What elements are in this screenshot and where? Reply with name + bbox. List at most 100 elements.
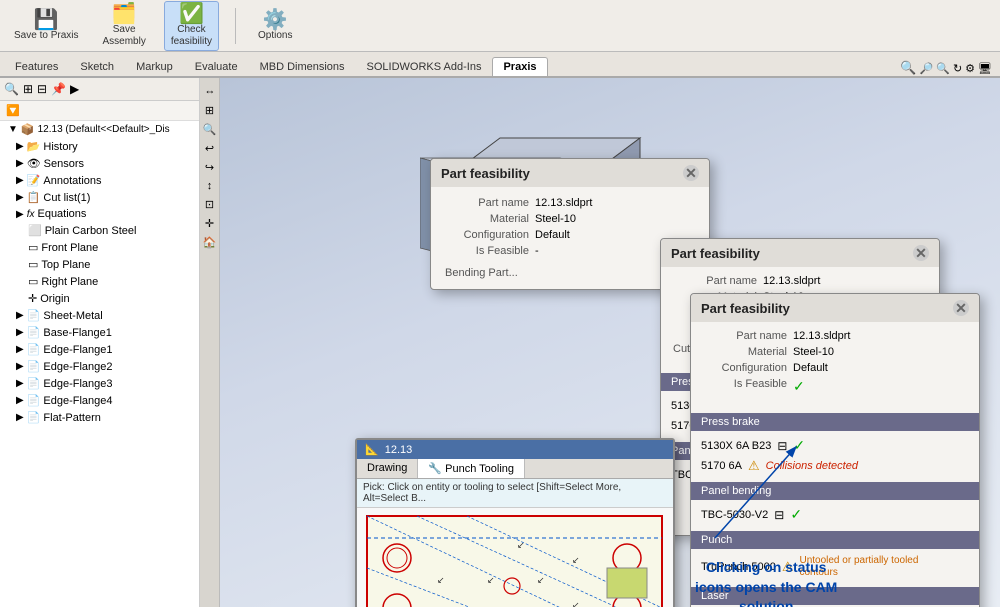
- sidebar-item-top-plane[interactable]: ▭ Top Plane: [0, 256, 199, 273]
- flat-pattern-expand-icon: ▶: [16, 412, 24, 423]
- sidebar-item-root[interactable]: ▼ 📦 12.13 (Default<<Default>_Dis: [0, 121, 199, 138]
- cam-tab-drawing[interactable]: Drawing: [357, 459, 418, 478]
- search-icon[interactable]: 🔍: [900, 60, 916, 76]
- left-nav-icon-9[interactable]: 🏠: [203, 236, 217, 249]
- sidebar-item-edge-flange1[interactable]: ▶ 📄 Edge-Flange1: [0, 341, 199, 358]
- sidebar-pin-icon[interactable]: 📌: [51, 82, 66, 96]
- dialog2-partname-row: Part name 12.13.sldprt: [673, 275, 927, 287]
- dialog3-machine3-icon[interactable]: ⊟: [774, 508, 784, 522]
- dialog3-machine1-icon[interactable]: ⊟: [777, 439, 787, 453]
- front-plane-icon: ▭: [28, 241, 38, 254]
- dialog2-title: Part feasibility: [671, 246, 760, 261]
- dialog3-feasible-value: ✓: [793, 378, 805, 395]
- save-to-praxis-button[interactable]: 💾 Save to Praxis: [8, 8, 84, 44]
- sidebar-item-edge-flange3[interactable]: ▶ 📄 Edge-Flange3: [0, 375, 199, 392]
- sidebar-item-sensors[interactable]: ▶ 👁 Sensors: [0, 155, 199, 172]
- dialog3-feasible-label: Is Feasible: [703, 378, 793, 395]
- sidebar-item-right-plane[interactable]: ▭ Right Plane: [0, 273, 199, 290]
- sensors-expand-icon: ▶: [16, 158, 24, 169]
- rotate-icon[interactable]: ↻: [953, 62, 962, 75]
- left-nav-icon-7[interactable]: ⊡: [205, 198, 214, 211]
- base-flange1-expand-icon: ▶: [16, 327, 24, 338]
- left-nav-icon-3[interactable]: 🔍: [203, 123, 217, 136]
- dialog3-machine1-status[interactable]: ✓: [793, 437, 805, 454]
- edge-flange1-icon: 📄: [27, 343, 41, 356]
- sidebar-item-base-flange1[interactable]: ▶ 📄 Base-Flange1: [0, 324, 199, 341]
- save-to-praxis-label: Save to Praxis: [14, 30, 78, 42]
- edge-flange4-expand-icon: ▶: [16, 395, 24, 406]
- options-button[interactable]: ⚙️ Options: [252, 8, 298, 44]
- monitor-icon[interactable]: 🖥: [978, 62, 992, 75]
- left-nav-icon-1[interactable]: ↕: [204, 89, 216, 95]
- dialog3-machine3-label: TBC-5030-V2: [701, 509, 768, 521]
- dialog1-close-button[interactable]: ✕: [683, 165, 699, 181]
- settings-icon[interactable]: ⚙: [965, 62, 975, 75]
- sidebar-collapse-icon[interactable]: ⊟: [37, 82, 47, 96]
- sidebar-item-equations[interactable]: ▶ fx Equations: [0, 206, 199, 222]
- tab-solidworks-addins[interactable]: SOLIDWORKS Add-Ins: [356, 57, 493, 76]
- dialog3-machine3-status[interactable]: ✓: [790, 506, 802, 523]
- sidebar-expand-icon[interactable]: ⊞: [23, 82, 33, 96]
- right-plane-icon: ▭: [28, 275, 38, 288]
- tab-sketch[interactable]: Sketch: [69, 57, 125, 76]
- left-nav-icon-8[interactable]: ✛: [205, 217, 214, 230]
- dialog3-machine1-label: 5130X 6A B23: [701, 440, 771, 452]
- sidebar-search-icon[interactable]: 🔍: [4, 82, 19, 96]
- sidebar-item-annotations[interactable]: ▶ 📝 Annotations: [0, 172, 199, 189]
- dialog1-feasible-row: Is Feasible -: [445, 245, 695, 257]
- dialog1-material-label: Material: [445, 213, 535, 225]
- dialog3-close-button[interactable]: ✕: [953, 300, 969, 316]
- check-feasibility-icon: ✅: [179, 4, 204, 24]
- top-plane-icon: ▭: [28, 258, 38, 271]
- dialog2-partname-label: Part name: [673, 275, 763, 287]
- tab-praxis[interactable]: Praxis: [492, 57, 547, 76]
- save-assembly-button[interactable]: 🗂️ SaveAssembly: [96, 2, 151, 50]
- left-nav-icon-4[interactable]: ↩: [205, 142, 214, 155]
- sidebar-item-material[interactable]: ⬜ Plain Carbon Steel: [0, 222, 199, 239]
- left-nav-icon-2[interactable]: ⊞: [205, 104, 214, 117]
- dialog1-material-value: Steel-10: [535, 213, 576, 225]
- edge-flange4-icon: 📄: [27, 394, 41, 407]
- sidebar-more-icon[interactable]: ▶: [70, 82, 79, 96]
- left-nav-icon-6[interactable]: ↕: [207, 180, 213, 192]
- sidebar-item-history[interactable]: ▶ 📂 History: [0, 138, 199, 155]
- sheet-metal-icon: 📄: [27, 309, 41, 322]
- check-feasibility-button[interactable]: ✅ Checkfeasibility: [164, 1, 219, 51]
- main-area: 🔍 ⊞ ⊟ 📌 ▶ 🔽 ▼ 📦 12.13 (Default<<Default>…: [0, 78, 1000, 607]
- sidebar-item-edge-flange2[interactable]: ▶ 📄 Edge-Flange2: [0, 358, 199, 375]
- options-icon: ⚙️: [263, 10, 288, 30]
- zoom-in-icon[interactable]: 🔍: [936, 62, 950, 75]
- dialog3-machine1-row: 5130X 6A B23 ⊟ ✓: [691, 435, 979, 456]
- tab-evaluate[interactable]: Evaluate: [184, 57, 249, 76]
- sidebar-item-flat-pattern[interactable]: ▶ 📄 Flat-Pattern: [0, 409, 199, 426]
- tab-bar: Features Sketch Markup Evaluate MBD Dime…: [0, 52, 1000, 78]
- cam-header-icon: 📐: [365, 443, 379, 456]
- sidebar-item-edge-flange4[interactable]: ▶ 📄 Edge-Flange4: [0, 392, 199, 409]
- sidebar-item-front-plane[interactable]: ▭ Front Plane: [0, 239, 199, 256]
- save-assembly-icon: 🗂️: [112, 4, 137, 24]
- dialog1-config-row: Configuration Default: [445, 229, 695, 241]
- check-feasibility-label: Checkfeasibility: [171, 24, 212, 48]
- dialog2-close-button[interactable]: ✕: [913, 245, 929, 261]
- zoom-out-icon[interactable]: 🔎: [920, 62, 934, 75]
- sheet-metal-label: Sheet-Metal: [43, 310, 102, 322]
- cam-tab-punch-tooling[interactable]: 🔧 Punch Tooling: [418, 459, 525, 478]
- tab-markup[interactable]: Markup: [125, 57, 184, 76]
- dialog3-punch-section: Punch: [691, 531, 979, 549]
- sidebar-item-sheet-metal[interactable]: ▶ 📄 Sheet-Metal: [0, 307, 199, 324]
- viewport: ↕ ⊞ 🔍 ↩ ↪ ↕ ⊡ ✛ 🏠 P: [200, 78, 1000, 607]
- sidebar-item-origin[interactable]: ✛ Origin: [0, 290, 199, 307]
- tab-mbd[interactable]: MBD Dimensions: [249, 57, 356, 76]
- svg-text:↙: ↙: [487, 575, 495, 585]
- dialog3-machine2-warn-icon[interactable]: ⚠: [748, 458, 760, 474]
- punch-icon: 🔧: [428, 463, 442, 475]
- tab-features[interactable]: Features: [4, 57, 69, 76]
- left-nav-icon-5[interactable]: ↪: [205, 161, 214, 174]
- save-to-praxis-icon: 💾: [34, 10, 59, 30]
- dialog3-press-brake-section: Press brake: [691, 413, 979, 431]
- sidebar-item-cutlist[interactable]: ▶ 📋 Cut list(1): [0, 189, 199, 206]
- dialog3-header: Part feasibility ✕: [691, 294, 979, 322]
- toolbar-separator: [235, 8, 236, 44]
- dialog1-partname-value: 12.13.sldprt: [535, 197, 592, 209]
- sensors-icon: 👁: [27, 157, 41, 170]
